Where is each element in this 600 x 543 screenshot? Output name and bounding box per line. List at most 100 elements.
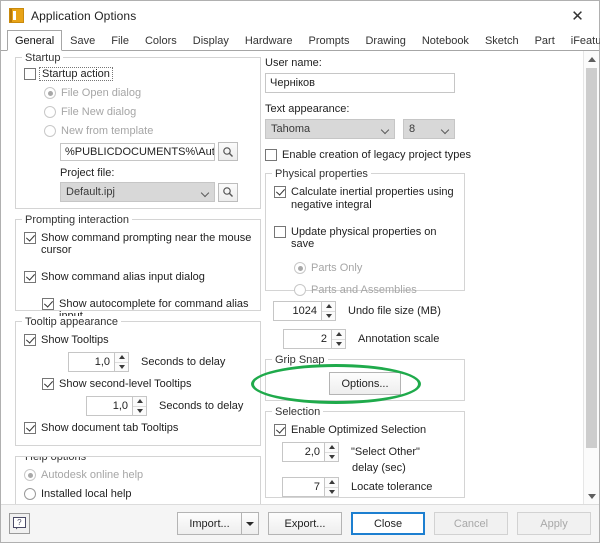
parts-and-assemblies-row[interactable]: Parts and Assemblies — [294, 284, 456, 296]
tab-hardware[interactable]: Hardware — [237, 30, 301, 50]
project-file-combo[interactable]: Default.ipj — [60, 182, 215, 202]
calculate-inertial-checkbox[interactable] — [274, 186, 286, 198]
tab-ifeature[interactable]: iFeature — [563, 30, 600, 50]
spinner-up-icon[interactable] — [133, 397, 146, 407]
show-tooltips-row[interactable]: Show Tooltips — [24, 334, 252, 346]
select-other-delay-buttons[interactable] — [324, 442, 339, 462]
tab-drawing[interactable]: Drawing — [357, 30, 413, 50]
enable-optimized-selection-checkbox[interactable] — [274, 424, 286, 436]
tab-display[interactable]: Display — [185, 30, 237, 50]
parts-only-radio[interactable] — [294, 262, 306, 274]
spinner-up-icon[interactable] — [115, 353, 128, 363]
export-button[interactable]: Export... — [268, 512, 342, 535]
legacy-project-types-checkbox[interactable] — [265, 149, 277, 161]
parts-only-row[interactable]: Parts Only — [294, 262, 456, 274]
locate-tolerance-value[interactable]: 7 — [282, 477, 324, 497]
locate-tolerance-spinner[interactable]: 7 Locate tolerance — [282, 477, 456, 497]
undo-file-size-spinner[interactable]: 1024 Undo file size (MB) — [273, 301, 555, 321]
enable-optimized-selection-row[interactable]: Enable Optimized Selection — [274, 424, 456, 436]
show-autocomplete-checkbox[interactable] — [42, 298, 54, 310]
file-open-dialog-radio[interactable] — [44, 87, 56, 99]
locate-tolerance-buttons[interactable] — [324, 477, 339, 497]
installed-local-help-radio[interactable] — [24, 488, 36, 500]
show-command-alias-checkbox[interactable] — [24, 271, 36, 283]
help-question-mark-icon[interactable]: ? — [9, 513, 30, 534]
file-new-dialog-row[interactable]: File New dialog — [44, 106, 252, 118]
update-on-save-row[interactable]: Update physical properties on save — [274, 226, 456, 250]
undo-file-size-buttons[interactable] — [321, 301, 336, 321]
autodesk-online-help-row[interactable]: Autodesk online help — [24, 469, 252, 481]
show-command-prompting-row[interactable]: Show command prompting near the mouse cu… — [24, 232, 252, 256]
startup-action-checkbox[interactable] — [24, 68, 36, 80]
font-family-combo[interactable]: Tahoma — [265, 119, 395, 139]
show-command-alias-row[interactable]: Show command alias input dialog — [24, 271, 252, 283]
spinner-up-icon[interactable] — [322, 302, 335, 312]
grip-snap-options-button[interactable]: Options... — [329, 372, 401, 395]
file-new-dialog-radio[interactable] — [44, 106, 56, 118]
browse-project-icon[interactable] — [218, 182, 238, 202]
update-on-save-checkbox[interactable] — [274, 226, 286, 238]
new-from-template-radio[interactable] — [44, 125, 56, 137]
show-command-prompting-checkbox[interactable] — [24, 232, 36, 244]
browse-template-icon[interactable] — [218, 142, 238, 161]
scrollbar-thumb[interactable] — [586, 68, 597, 448]
tab-part[interactable]: Part — [527, 30, 563, 50]
autodesk-online-help-radio[interactable] — [24, 469, 36, 481]
import-split-button[interactable]: Import... — [177, 512, 259, 535]
parts-and-assemblies-label: Parts and Assemblies — [311, 284, 417, 296]
parts-and-assemblies-radio[interactable] — [294, 284, 306, 296]
tab-general[interactable]: General — [7, 30, 63, 51]
font-size-combo[interactable]: 8 — [403, 119, 455, 139]
annotation-scale-buttons[interactable] — [331, 329, 346, 349]
spinner-down-icon[interactable] — [325, 453, 338, 462]
show-tooltips-checkbox[interactable] — [24, 334, 36, 346]
calculate-inertial-row[interactable]: Calculate inertial properties using nega… — [274, 186, 456, 212]
tab-notebook[interactable]: Notebook — [414, 30, 477, 50]
tab-colors[interactable]: Colors — [137, 30, 185, 50]
user-name-input[interactable]: Черніков — [265, 73, 455, 93]
tooltip-delay-1-buttons[interactable] — [114, 352, 129, 372]
tooltip-delay-2-value[interactable]: 1,0 — [86, 396, 132, 416]
tab-save[interactable]: Save — [62, 30, 103, 50]
tooltip-delay-1-spinner[interactable]: 1,0 Seconds to delay — [68, 352, 252, 372]
spinner-down-icon[interactable] — [322, 312, 335, 321]
svg-text:?: ? — [17, 518, 22, 527]
spinner-down-icon[interactable] — [325, 488, 338, 497]
vertical-scrollbar[interactable] — [583, 51, 599, 504]
tooltip-delay-1-value[interactable]: 1,0 — [68, 352, 114, 372]
close-button[interactable]: Close — [351, 512, 425, 535]
show-document-tab-checkbox[interactable] — [24, 422, 36, 434]
annotation-scale-value[interactable]: 2 — [283, 329, 331, 349]
startup-action-row[interactable]: Startup action — [24, 67, 252, 81]
select-other-delay-value[interactable]: 2,0 — [282, 442, 324, 462]
installed-local-help-row[interactable]: Installed local help — [24, 488, 252, 500]
spinner-up-icon[interactable] — [325, 443, 338, 453]
select-other-delay-spinner[interactable]: 2,0 "Select Other" — [282, 442, 456, 462]
annotation-scale-row[interactable]: 2 Annotation scale — [283, 329, 555, 349]
spinner-down-icon[interactable] — [332, 340, 345, 349]
tooltip-delay-2-spinner[interactable]: 1,0 Seconds to delay — [86, 396, 252, 416]
tab-file[interactable]: File — [103, 30, 137, 50]
scroll-down-icon[interactable] — [584, 488, 599, 504]
locate-tolerance-label: Locate tolerance — [351, 481, 433, 493]
undo-file-size-value[interactable]: 1024 — [273, 301, 321, 321]
import-dropdown-arrow-icon[interactable] — [241, 512, 259, 535]
spinner-down-icon[interactable] — [115, 363, 128, 372]
show-second-level-row[interactable]: Show second-level Tooltips — [42, 378, 252, 390]
file-open-dialog-row[interactable]: File Open dialog — [44, 87, 252, 99]
spinner-down-icon[interactable] — [133, 407, 146, 416]
project-file-value: Default.ipj — [66, 186, 115, 198]
tooltip-delay-2-buttons[interactable] — [132, 396, 147, 416]
tab-sketch[interactable]: Sketch — [477, 30, 527, 50]
close-icon[interactable]: ✕ — [556, 1, 599, 30]
spinner-up-icon[interactable] — [325, 478, 338, 488]
show-document-tab-row[interactable]: Show document tab Tooltips — [24, 422, 252, 434]
scroll-up-icon[interactable] — [584, 51, 599, 67]
spinner-up-icon[interactable] — [332, 330, 345, 340]
import-button[interactable]: Import... — [177, 512, 241, 535]
template-path-input[interactable]: %PUBLICDOCUMENTS%\Autodesk\Inventor — [60, 142, 215, 161]
new-from-template-row[interactable]: New from template — [44, 125, 252, 137]
show-second-level-checkbox[interactable] — [42, 378, 54, 390]
legacy-project-types-row[interactable]: Enable creation of legacy project types — [265, 149, 555, 161]
tab-prompts[interactable]: Prompts — [301, 30, 358, 50]
